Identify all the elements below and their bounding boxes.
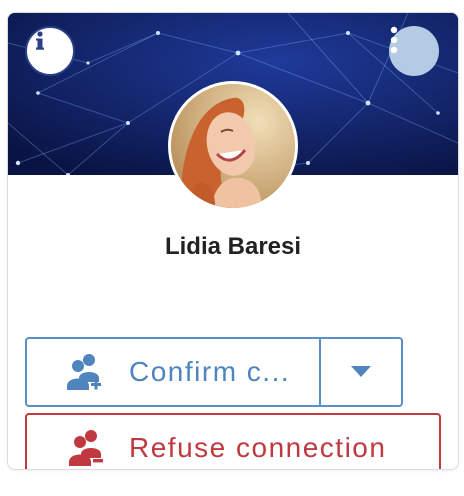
info-button[interactable] xyxy=(25,26,75,76)
refuse-connection-label: Refuse connection xyxy=(129,432,387,463)
user-plus-icon xyxy=(67,354,101,390)
caret-down-icon xyxy=(351,366,371,377)
profile-card: Lidia Baresi Confirm c... Refuse connect… xyxy=(7,12,459,470)
confirm-connection-label: Confirm c... xyxy=(129,356,291,387)
user-minus-icon xyxy=(69,430,103,466)
profile-name: Lidia Baresi xyxy=(164,233,302,260)
confirm-dropdown-toggle[interactable] xyxy=(321,339,401,405)
refuse-connection-button[interactable]: Refuse connection xyxy=(25,413,441,469)
more-options-button[interactable] xyxy=(389,26,439,76)
confirm-connection-button[interactable]: Confirm c... xyxy=(27,339,321,405)
info-icon xyxy=(36,31,44,50)
avatar xyxy=(168,81,298,211)
avatar-photo xyxy=(171,84,295,208)
confirm-button-group: Confirm c... xyxy=(25,337,403,407)
more-vertical-icon xyxy=(390,26,398,54)
